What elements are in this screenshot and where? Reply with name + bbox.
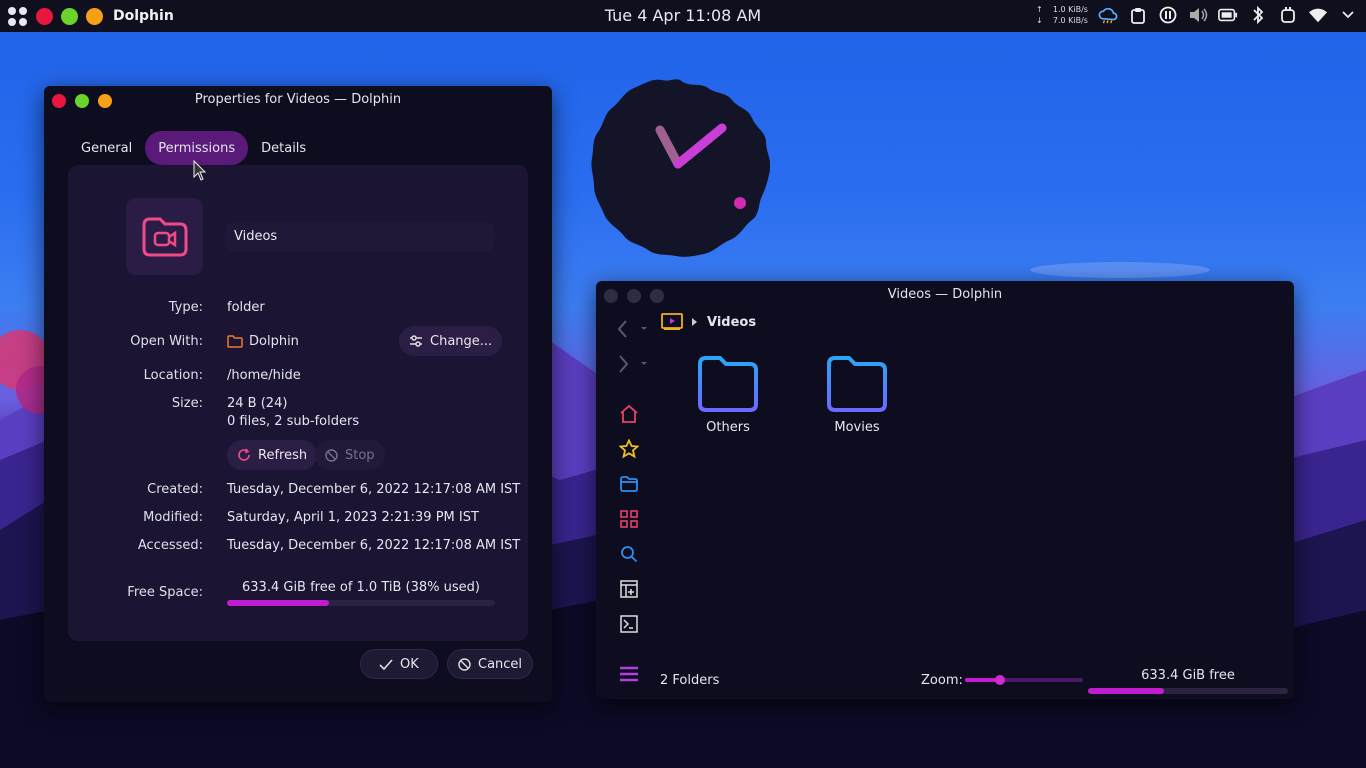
stop-icon (325, 448, 338, 462)
close-window-button[interactable] (36, 7, 53, 25)
open-with-value-wrap: Dolphin (227, 334, 299, 349)
download-speed: 7.0 KiB/s (1052, 16, 1088, 25)
zoom-label: Zoom: (921, 673, 963, 688)
check-icon (379, 658, 393, 670)
dolphin-free-space-fill (1088, 688, 1164, 694)
tab-general[interactable]: General (68, 131, 145, 165)
breadcrumb-arrow-icon (692, 318, 697, 326)
cancel-button-label: Cancel (478, 656, 523, 672)
video-folder-icon (142, 217, 187, 256)
upload-speed: 1.0 KiB/s (1052, 5, 1088, 14)
upload-arrow: ↑ (1036, 5, 1043, 14)
breadcrumb: Videos (661, 313, 756, 331)
wifi-icon[interactable] (1308, 5, 1328, 25)
menu-icon[interactable] (619, 664, 639, 684)
mouse-cursor-icon (193, 160, 207, 181)
clipboard-icon[interactable] (1128, 5, 1148, 25)
download-arrow: ↓ (1036, 16, 1043, 25)
back-button[interactable] (616, 318, 650, 340)
apps-grid-icon[interactable] (619, 509, 639, 529)
folder-tile-movies[interactable]: Movies (817, 354, 897, 435)
accessed-label: Accessed: (137, 538, 203, 553)
weather-icon[interactable] (1098, 5, 1118, 25)
dolphin-title: Videos — Dolphin (887, 287, 1003, 302)
type-label: Type: (168, 300, 203, 315)
tray-expand-icon[interactable] (1338, 5, 1358, 25)
modified-value: Saturday, April 1, 2023 2:21:39 PM IST (227, 510, 479, 525)
open-with-value: Dolphin (249, 334, 299, 349)
refresh-button[interactable]: Refresh (227, 440, 318, 470)
maximize-window-button[interactable] (61, 7, 78, 25)
status-folder-count: 2 Folders (660, 673, 720, 688)
breadcrumb-current[interactable]: Videos (707, 315, 756, 330)
refresh-icon (238, 448, 250, 461)
free-space-bar-fill (227, 600, 329, 606)
type-value: folder (227, 300, 265, 315)
folder-icon[interactable] (619, 474, 639, 494)
dolphin-titlebar[interactable]: Videos — Dolphin (596, 281, 1294, 311)
ok-button-label: OK (400, 656, 419, 672)
app-launcher-icon[interactable] (6, 5, 28, 27)
created-label: Created: (147, 482, 203, 497)
modified-label: Modified: (143, 510, 203, 525)
size-detail: 0 files, 2 sub-folders (227, 414, 360, 429)
location-label: Location: (143, 368, 203, 383)
search-icon[interactable] (619, 544, 639, 564)
cancel-button[interactable]: Cancel (447, 649, 534, 679)
home-icon[interactable] (619, 404, 639, 424)
free-space-value: 633.4 GiB free of 1.0 TiB (38% used) (242, 580, 480, 595)
tab-details[interactable]: Details (248, 131, 319, 165)
bluetooth-icon[interactable] (1248, 5, 1268, 25)
cancel-icon (458, 657, 471, 671)
properties-title: Properties for Videos — Dolphin (194, 92, 402, 107)
location-value: /home/hide (227, 368, 301, 383)
change-button[interactable]: Change... (399, 326, 503, 356)
terminal-icon[interactable] (619, 614, 639, 634)
system-tray (1098, 5, 1358, 25)
folder-movies-icon (827, 356, 887, 412)
free-space-bar (227, 600, 495, 606)
created-value: Tuesday, December 6, 2022 12:17:08 AM IS… (227, 482, 521, 497)
panel-clock[interactable]: Tue 4 Apr 11:08 AM (605, 6, 761, 25)
split-view-icon[interactable] (619, 579, 639, 599)
name-input[interactable]: Videos (226, 222, 494, 252)
folder-icon-button[interactable] (126, 198, 203, 275)
analog-clock-widget[interactable] (590, 78, 770, 258)
folder-movies-label: Movies (834, 420, 880, 435)
change-button-label: Change... (430, 333, 493, 349)
folder-others-icon (698, 356, 758, 412)
volume-icon[interactable] (1188, 5, 1208, 25)
accessed-value: Tuesday, December 6, 2022 12:17:08 AM IS… (227, 538, 521, 553)
minimize-window-button[interactable] (86, 7, 103, 25)
dolphin-window: Videos — Dolphin (596, 281, 1294, 699)
forward-button[interactable] (616, 353, 650, 375)
media-pause-icon[interactable] (1158, 5, 1178, 25)
favorites-icon[interactable] (619, 439, 639, 459)
free-space-label: Free Space: (127, 585, 203, 600)
dolphin-folder-icon (227, 335, 243, 348)
ok-button[interactable]: OK (360, 649, 438, 679)
size-label: Size: (171, 396, 203, 411)
battery-icon[interactable] (1218, 5, 1238, 25)
folder-others-label: Others (706, 420, 750, 435)
size-value: 24 B (24) (227, 396, 288, 411)
settings-sliders-icon (410, 335, 422, 347)
network-speed: ↑ 1.0 KiB/s ↓ 7.0 KiB/s (1036, 4, 1088, 26)
stop-button-label: Stop (345, 447, 375, 463)
folder-tile-others[interactable]: Others (688, 354, 768, 435)
free-space-status: 633.4 GiB free (1141, 668, 1235, 683)
zoom-slider[interactable] (965, 675, 1083, 685)
active-app-name: Dolphin (113, 8, 174, 24)
refresh-button-label: Refresh (258, 447, 308, 463)
kde-connect-icon[interactable] (1278, 5, 1298, 25)
videos-breadcrumb-icon[interactable] (661, 313, 683, 331)
open-with-label: Open With: (130, 334, 203, 349)
properties-titlebar[interactable]: Properties for Videos — Dolphin (44, 86, 552, 116)
stop-button[interactable]: Stop (315, 440, 385, 470)
dolphin-free-space-bar (1088, 688, 1288, 694)
